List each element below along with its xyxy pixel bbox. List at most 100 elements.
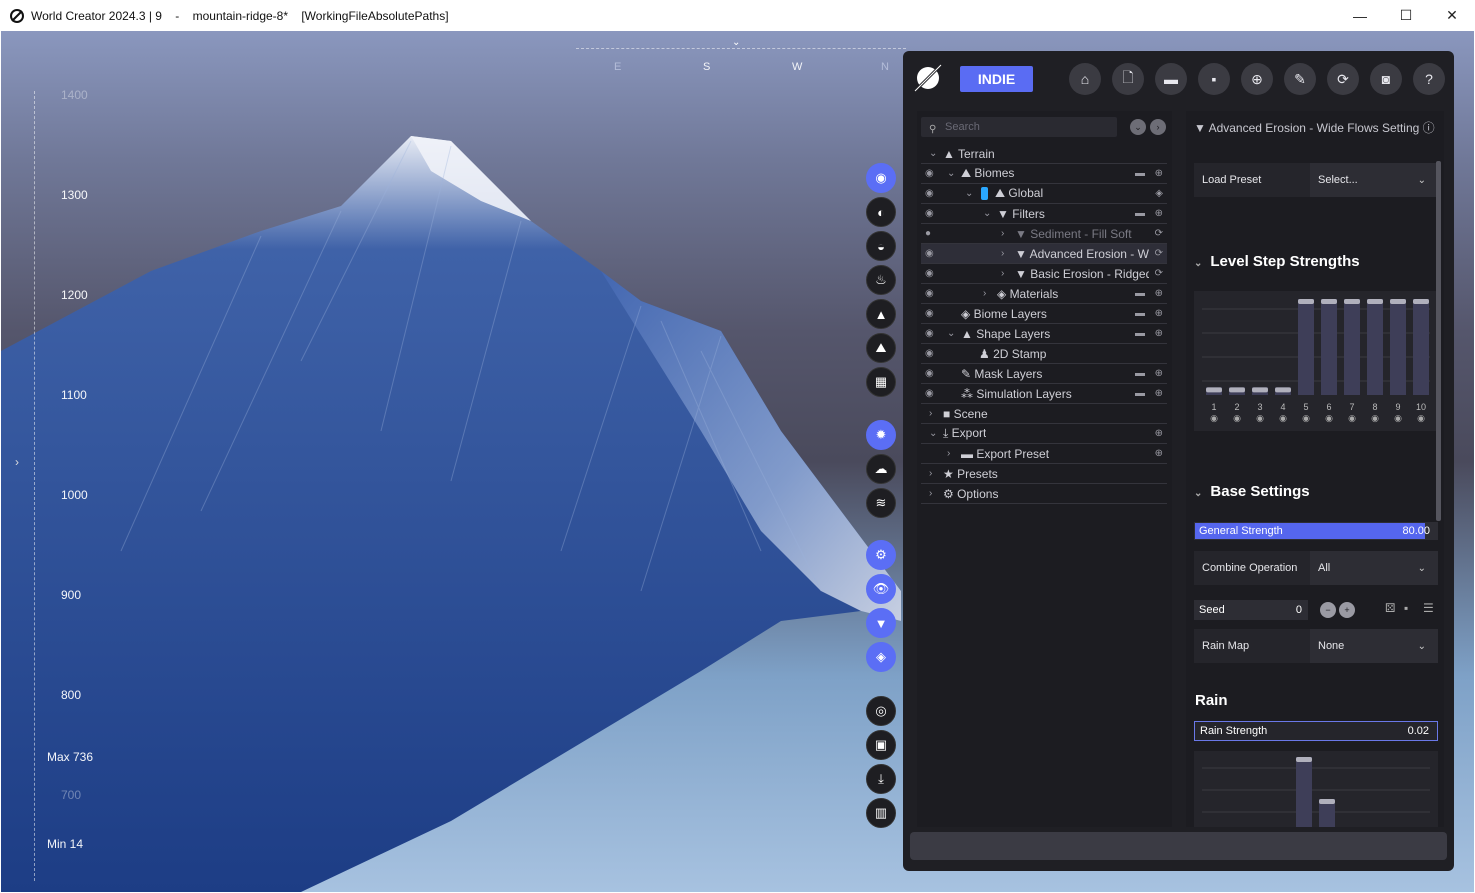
eye-icon[interactable]: ◉ [1233, 414, 1241, 424]
save-icon[interactable]: ▪ [1404, 601, 1408, 615]
eye-icon[interactable]: ◉ [1210, 414, 1218, 424]
rain-handle[interactable] [1319, 799, 1335, 804]
eye-icon[interactable]: ◉ [925, 248, 934, 259]
chevron-right-icon[interactable]: › [1001, 268, 1004, 279]
add-icon[interactable]: ⊕ [1155, 388, 1163, 399]
eye-icon[interactable]: ◉ [925, 168, 934, 179]
seed-input[interactable]: Seed 0 [1194, 600, 1308, 620]
eye-icon[interactable]: ◉ [925, 368, 934, 379]
eye-icon[interactable]: ◉ [1394, 414, 1402, 424]
level-step-handle[interactable] [1298, 299, 1314, 304]
level-step-handle[interactable] [1275, 387, 1291, 393]
tree-row-export-preset[interactable]: › ▬ Export Preset ⊕ [921, 444, 1167, 464]
eye-icon[interactable]: ◉ [925, 348, 934, 359]
add-icon[interactable]: ⊕ [1155, 428, 1163, 439]
sync-icon[interactable]: ⟳ [1327, 63, 1359, 95]
level-step-graph[interactable]: 1 ◉ 2 ◉ 3 ◉ 4 ◉ 5 ◉ 6 ◉ 7 ◉ 8 ◉ 9 ◉ 10 ◉ [1194, 291, 1438, 431]
chevron-right-icon[interactable]: › [929, 468, 932, 479]
stats-icon[interactable]: ▥ [866, 798, 896, 828]
add-icon[interactable]: ⊕ [1155, 368, 1163, 379]
eye-icon[interactable]: ◉ [925, 388, 934, 399]
eye-icon[interactable]: ◉ [925, 268, 934, 279]
tree-row-2d-stamp[interactable]: ◉ ♟ 2D Stamp [921, 344, 1167, 364]
fire-icon[interactable]: ♨ [866, 265, 896, 295]
rain-handle[interactable] [1296, 757, 1312, 762]
level-step-bar[interactable] [1367, 299, 1383, 395]
load-preset-dropdown[interactable]: Select... ⌄ [1310, 163, 1438, 197]
level-step-bar[interactable] [1390, 299, 1406, 395]
general-strength-slider[interactable]: General Strength 80.00 [1194, 522, 1438, 540]
home-icon[interactable]: ⌂ [1069, 63, 1101, 95]
expand-arrow-icon[interactable]: › [15, 455, 19, 469]
grid-icon[interactable]: ▦ [866, 367, 896, 397]
database-icon[interactable]: ☰ [1423, 601, 1434, 615]
eye-icon[interactable]: ◉ [1325, 414, 1333, 424]
eye-icon[interactable]: ◉ [1279, 414, 1287, 424]
random-dice-icon[interactable]: ⚄ [1385, 601, 1395, 615]
eye-icon[interactable]: ◉ [1302, 414, 1310, 424]
folder-icon[interactable]: ▬ [1135, 388, 1145, 399]
tree-row-biomes[interactable]: ◉ ⌄ ⛰ Biomes ▬ ⊕ [921, 164, 1167, 184]
navigate-icon[interactable]: ◉ [866, 163, 896, 193]
folder-icon[interactable]: ▬ [1135, 208, 1145, 219]
chevron-right-icon[interactable]: › [1001, 228, 1004, 239]
chevron-down-icon[interactable]: ⌄ [947, 328, 955, 339]
filter-icon[interactable]: ▼ [866, 608, 896, 638]
eye-icon[interactable]: ◉ [925, 208, 934, 219]
folder-icon[interactable]: ▬ [1135, 308, 1145, 319]
tree-row-basic-erosion[interactable]: ◉ › ▼ Basic Erosion - Ridged ⟳ [921, 264, 1167, 284]
eye-icon[interactable]: ◉ [925, 308, 934, 319]
help-icon[interactable]: ? [1413, 63, 1445, 95]
eye-icon[interactable]: ◉ [1417, 414, 1425, 424]
chevron-down-icon[interactable]: ⌄ [929, 148, 937, 159]
add-icon[interactable]: ⊕ [1155, 448, 1163, 459]
eye-icon[interactable]: ◉ [925, 188, 934, 199]
cloud-icon[interactable]: ☁ [866, 454, 896, 484]
rain-map-dropdown[interactable]: None ⌄ [1310, 629, 1438, 663]
tree-row-shape-layers[interactable]: ◉ ⌄ ▲ Shape Layers ▬ ⊕ [921, 324, 1167, 344]
water-icon[interactable]: ≋ [866, 488, 896, 518]
chevron-down-icon[interactable]: ⌄ [947, 168, 955, 179]
collapse-all-icon[interactable]: ⌄ [1130, 119, 1146, 135]
image-icon[interactable]: ▣ [866, 730, 896, 760]
terrain-sculpt-icon[interactable]: ⛰ [866, 333, 896, 363]
maximize-button[interactable]: ☐ [1383, 0, 1429, 31]
tree-row-materials[interactable]: ◉ › ◈ Materials ▬ ⊕ [921, 284, 1167, 304]
search-input[interactable]: ⚲ Search [921, 117, 1117, 137]
eye-icon[interactable]: ◉ [1256, 414, 1264, 424]
level-step-handle[interactable] [1229, 387, 1245, 393]
add-icon[interactable]: ⊕ [1155, 208, 1163, 219]
level-step-handle[interactable] [1367, 299, 1383, 304]
info-icon[interactable]: ⓘ [1423, 121, 1435, 135]
eye-icon[interactable]: ◉ [925, 288, 934, 299]
decrement-icon[interactable]: − [1320, 602, 1336, 618]
layers-icon[interactable]: ◈ [866, 642, 896, 672]
camera-icon[interactable]: ◙ [1370, 63, 1402, 95]
tree-row-scene[interactable]: › ■ Scene [921, 404, 1167, 424]
add-icon[interactable]: ⊕ [1155, 168, 1163, 179]
level-step-bar[interactable] [1321, 299, 1337, 395]
sun-icon[interactable]: ✹ [866, 420, 896, 450]
mountain-icon[interactable]: ▲ [866, 299, 896, 329]
tree-row-global[interactable]: ◉ ⌄ ⛰ Global ◈ [921, 184, 1167, 204]
eye-icon[interactable]: ● [925, 228, 931, 239]
tree-row-simulation-layers[interactable]: ◉ ⁂ Simulation Layers ▬ ⊕ [921, 384, 1167, 404]
eye-icon[interactable]: ◉ [1371, 414, 1379, 424]
chevron-down-icon[interactable]: ⌄ [929, 428, 937, 439]
add-icon[interactable]: ⊕ [1155, 308, 1163, 319]
scrollbar[interactable] [1436, 161, 1441, 521]
folder-icon[interactable]: ▬ [1135, 328, 1145, 339]
tree-row-mask-layers[interactable]: ◉ ✎ Mask Layers ▬ ⊕ [921, 364, 1167, 384]
chevron-right-icon[interactable]: › [983, 288, 986, 299]
chevron-down-icon[interactable]: ⌄ [983, 208, 991, 219]
tree-row-options[interactable]: › ⚙ Options [921, 484, 1167, 504]
save-icon[interactable]: ▪ [1198, 63, 1230, 95]
combine-operation-dropdown[interactable]: All ⌄ [1310, 551, 1438, 585]
add-icon[interactable]: ⊕ [1155, 288, 1163, 299]
chevron-right-icon[interactable]: › [929, 488, 932, 499]
folder-icon[interactable]: ▬ [1135, 368, 1145, 379]
level-step-handle[interactable] [1252, 387, 1268, 393]
tree-row-presets[interactable]: › ★ Presets [921, 464, 1167, 484]
chevron-right-icon[interactable]: › [929, 408, 932, 419]
chevron-right-icon[interactable]: › [1001, 248, 1004, 259]
